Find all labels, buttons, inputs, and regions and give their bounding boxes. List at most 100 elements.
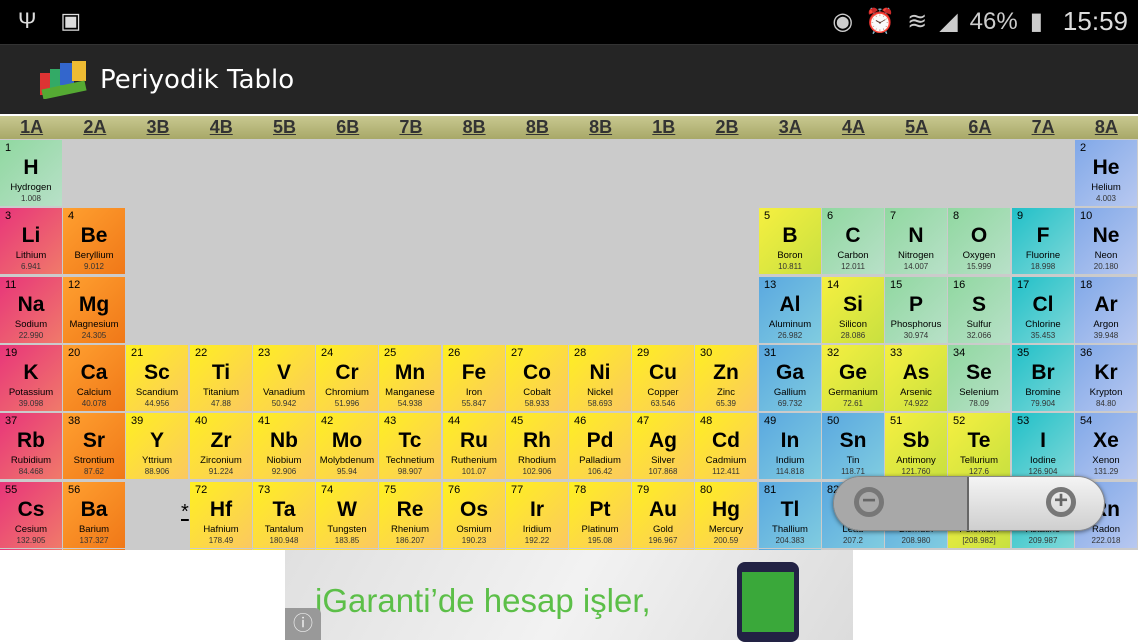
element-symbol: In [780, 429, 800, 452]
element-symbol: Co [523, 361, 551, 384]
element-cell-ar[interactable]: 18 Ar Argon 39.948 [1075, 277, 1137, 343]
element-cell-fe[interactable]: 26 Fe Iron 55.847 [443, 345, 505, 411]
element-cell-nb[interactable]: 41 Nb Niobium 92.906 [253, 413, 315, 479]
element-cell-v[interactable]: 23 V Vanadium 50.942 [253, 345, 315, 411]
element-cell-pd[interactable]: 46 Pd Palladium 106.42 [569, 413, 631, 479]
element-cell-mg[interactable]: 12 Mg Magnesium 24.305 [63, 277, 125, 343]
element-mass: 121.760 [901, 467, 931, 476]
element-cell-period7[interactable] [0, 549, 62, 550]
element-cell-ni[interactable]: 28 Ni Nickel 58.693 [569, 345, 631, 411]
element-symbol: C [845, 224, 861, 247]
element-cell-au[interactable]: 79 Au Gold 196.967 [632, 482, 694, 548]
element-cell-na[interactable]: 11 Na Sodium 22.990 [0, 277, 62, 343]
element-cell-hf[interactable]: 72 Hf Hafnium 178.49 [190, 482, 252, 548]
element-mass: 18.998 [1030, 262, 1056, 271]
element-cell-kr[interactable]: 36 Kr Krypton 84.80 [1075, 345, 1137, 411]
element-cell-w[interactable]: 74 W Tungsten 183.85 [316, 482, 378, 548]
element-cell-br[interactable]: 35 Br Bromine 79.904 [1012, 345, 1074, 411]
element-cell-ta[interactable]: 73 Ta Tantalum 180.948 [253, 482, 315, 548]
element-cell-sr[interactable]: 38 Sr Strontium 87.62 [63, 413, 125, 479]
element-cell-sb[interactable]: 51 Sb Antimony 121.760 [885, 413, 947, 479]
element-cell-se[interactable]: 34 Se Selenium 78.09 [948, 345, 1010, 411]
element-cell-ag[interactable]: 47 Ag Silver 107.868 [632, 413, 694, 479]
element-cell-o[interactable]: 8 O Oxygen 15.999 [948, 208, 1010, 274]
element-cell-he[interactable]: 2 He Helium 4.003 [1075, 140, 1137, 206]
element-mass: 74.922 [903, 399, 929, 408]
element-number: 10 [1080, 210, 1093, 222]
element-cell-mn[interactable]: 25 Mn Manganese 54.938 [379, 345, 441, 411]
element-cell-sc[interactable]: 21 Sc Scandium 44.956 [126, 345, 188, 411]
element-cell-pt[interactable]: 78 Pt Platinum 195.08 [569, 482, 631, 548]
element-cell-mo[interactable]: 42 Mo Molybdenum 95.94 [316, 413, 378, 479]
lanthanide-marker[interactable]: * [181, 501, 189, 524]
element-cell-li[interactable]: 3 Li Lithium 6.941 [0, 208, 62, 274]
element-number: 55 [5, 484, 18, 496]
element-cell-hg[interactable]: 80 Hg Mercury 200.59 [695, 482, 757, 548]
element-cell-be[interactable]: 4 Be Beryllium 9.012 [63, 208, 125, 274]
element-cell-re[interactable]: 75 Re Rhenium 186.207 [379, 482, 441, 548]
element-name: Manganese [385, 387, 435, 398]
element-symbol: Be [80, 224, 108, 247]
element-cell-rh[interactable]: 45 Rh Rhodium 102.906 [506, 413, 568, 479]
element-cell-h[interactable]: 1 H Hydrogen 1.008 [0, 140, 62, 206]
app-logo-icon[interactable] [38, 59, 90, 99]
element-cell-ti[interactable]: 22 Ti Titanium 47.88 [190, 345, 252, 411]
element-cell-in[interactable]: 49 In Indium 114.818 [759, 413, 821, 479]
phone-image [737, 562, 799, 642]
element-cell-co[interactable]: 27 Co Cobalt 58.933 [506, 345, 568, 411]
element-symbol: Fe [461, 361, 487, 384]
element-cell-rb[interactable]: 37 Rb Rubidium 84.468 [0, 413, 62, 479]
element-cell-as[interactable]: 33 As Arsenic 74.922 [885, 345, 947, 411]
element-cell-cr[interactable]: 24 Cr Chromium 51.996 [316, 345, 378, 411]
element-cell-zn[interactable]: 30 Zn Zinc 65.39 [695, 345, 757, 411]
element-cell-k[interactable]: 19 K Potassium 39.098 [0, 345, 62, 411]
element-cell-ru[interactable]: 44 Ru Ruthenium 101.07 [443, 413, 505, 479]
element-cell-tl[interactable]: 81 Tl Thallium 204.383 [759, 482, 821, 548]
element-cell-s[interactable]: 16 S Sulfur 32.066 [948, 277, 1010, 343]
element-cell-os[interactable]: 76 Os Osmium 190.23 [443, 482, 505, 548]
element-number: 5 [764, 210, 771, 222]
element-cell-ne[interactable]: 10 Ne Neon 20.180 [1075, 208, 1137, 274]
element-cell-ba[interactable]: 56 Ba Barium 137.327 [63, 482, 125, 548]
element-name: Krypton [1089, 387, 1123, 398]
element-mass: 35.453 [1030, 331, 1056, 340]
zoom-in-button[interactable]: + [969, 477, 1104, 530]
element-symbol: Re [396, 498, 424, 521]
element-cell-period7[interactable] [63, 549, 125, 550]
zoom-out-button[interactable]: − [834, 477, 969, 530]
element-cell-period7[interactable] [190, 549, 252, 550]
element-cell-f[interactable]: 9 F Fluorine 18.998 [1012, 208, 1074, 274]
element-cell-zr[interactable]: 40 Zr Zirconium 91.224 [190, 413, 252, 479]
element-cell-cd[interactable]: 48 Cd Cadmium 112.411 [695, 413, 757, 479]
element-cell-xe[interactable]: 54 Xe Xenon 131.29 [1075, 413, 1137, 479]
element-cell-si[interactable]: 14 Si Silicon 28.086 [822, 277, 884, 343]
element-number: 53 [1017, 415, 1030, 427]
element-cell-n[interactable]: 7 N Nitrogen 14.007 [885, 208, 947, 274]
group-label: 1A [20, 117, 44, 137]
element-name: Indium [775, 455, 805, 466]
element-cell-p[interactable]: 15 P Phosphorus 30.974 [885, 277, 947, 343]
element-cell-cl[interactable]: 17 Cl Chlorine 35.453 [1012, 277, 1074, 343]
ad-banner[interactable]: iGaranti’de hesap işler, ⓘ [285, 550, 853, 642]
element-cell-cs[interactable]: 55 Cs Cesium 132.905 [0, 482, 62, 548]
element-cell-al[interactable]: 13 Al Aluminum 26.982 [759, 277, 821, 343]
element-mass: 186.207 [395, 536, 425, 545]
element-cell-ir[interactable]: 77 Ir Iridium 192.22 [506, 482, 568, 548]
element-cell-tc[interactable]: 43 Tc Technetium 98.907 [379, 413, 441, 479]
element-cell-cu[interactable]: 29 Cu Copper 63.546 [632, 345, 694, 411]
element-symbol: Si [843, 293, 863, 316]
group-label: 3A [778, 117, 802, 137]
element-cell-ge[interactable]: 32 Ge Germanium 72.61 [822, 345, 884, 411]
element-cell-i[interactable]: 53 I Iodine 126.904 [1012, 413, 1074, 479]
element-cell-b[interactable]: 5 B Boron 10.811 [759, 208, 821, 274]
element-cell-y[interactable]: 39 Y Yttrium 88.906 [126, 413, 188, 479]
element-cell-te[interactable]: 52 Te Tellurium 127.6 [948, 413, 1010, 479]
info-icon[interactable]: ⓘ [285, 608, 321, 640]
element-number: 72 [195, 484, 208, 496]
element-mass: 127.6 [968, 467, 990, 476]
element-cell-ca[interactable]: 20 Ca Calcium 40.078 [63, 345, 125, 411]
element-cell-sn[interactable]: 50 Sn Tin 118.71 [822, 413, 884, 479]
element-cell-c[interactable]: 6 C Carbon 12.011 [822, 208, 884, 274]
element-cell-ga[interactable]: 31 Ga Gallium 69.732 [759, 345, 821, 411]
element-symbol: Cr [335, 361, 359, 384]
